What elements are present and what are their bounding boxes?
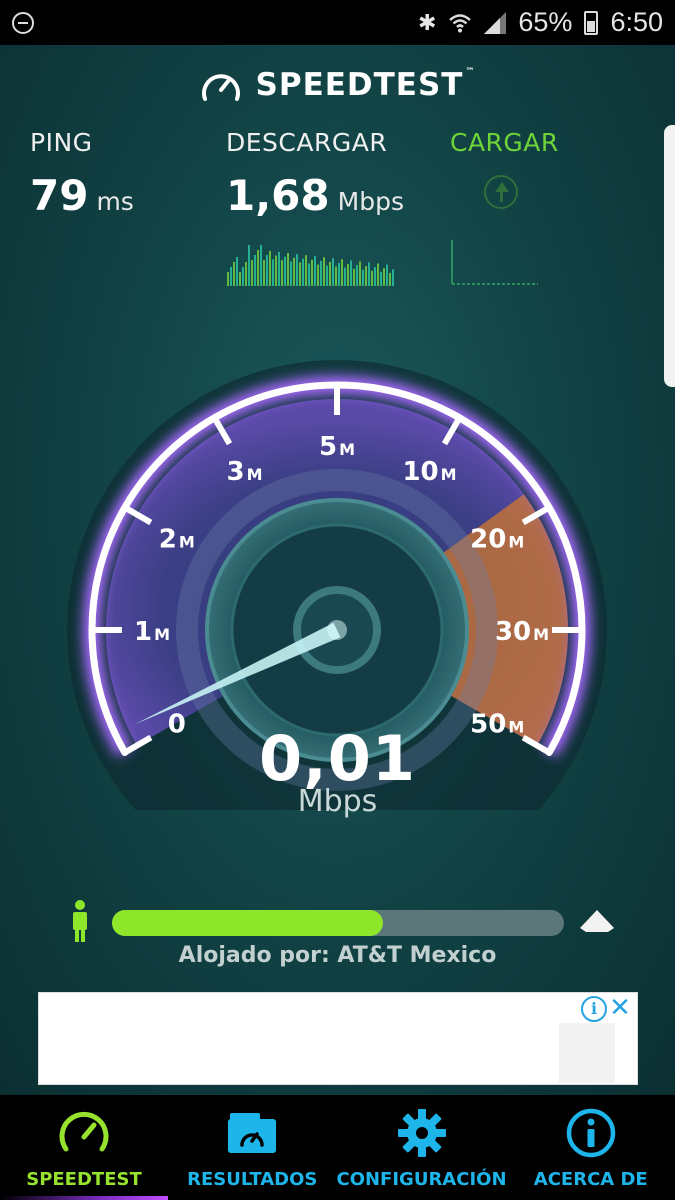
wifi-icon <box>449 13 472 32</box>
status-bar: ✱ 65% 6:50 <box>0 0 675 45</box>
current-speed-unit: Mbps <box>297 784 378 819</box>
signal-icon <box>484 11 507 34</box>
app-title: SPEEDTEST ™ <box>255 67 476 103</box>
download-label: DESCARGAR <box>226 128 388 157</box>
ad-info-icon[interactable]: i <box>581 996 607 1022</box>
ping-unit: ms <box>96 187 134 216</box>
ping-label: PING <box>30 128 93 157</box>
gear-icon <box>397 1109 446 1157</box>
upload-label: CARGAR <box>450 128 559 157</box>
side-panel-handle[interactable] <box>664 125 675 387</box>
bluetooth-icon: ✱ <box>417 9 437 35</box>
nav-item-speedtest[interactable]: SPEEDTEST <box>0 1095 168 1200</box>
nav-item-about[interactable]: ACERCA DE <box>507 1095 675 1200</box>
nav-item-settings[interactable]: CONFIGURACIÓN <box>336 1095 507 1200</box>
nav-label-about: ACERCA DE <box>533 1169 648 1190</box>
test-progress-fill <box>112 910 384 936</box>
battery-percent: 65% <box>518 7 573 37</box>
person-icon <box>73 900 87 942</box>
upload-graph <box>450 238 540 288</box>
download-stat: DESCARGAR 1,68 Mbps <box>226 128 404 220</box>
ad-close-icon[interactable]: ✕ <box>607 993 633 1023</box>
ping-stat: PING 79 ms <box>30 128 134 220</box>
do-not-disturb-icon <box>12 11 34 34</box>
ping-value: 79 <box>30 171 89 220</box>
ad-banner[interactable]: i ✕ <box>38 992 638 1085</box>
app-logo: SPEEDTEST ™ <box>0 66 675 104</box>
speedometer-logo-icon <box>201 74 240 101</box>
hosted-by-label: Alojado por: AT&T Mexico <box>178 943 497 968</box>
server-icon <box>580 910 614 932</box>
nav-label-results: RESULTADOS <box>187 1169 318 1190</box>
upload-stat: CARGAR <box>450 128 559 157</box>
nav-item-results[interactable]: RESULTADOS <box>168 1095 336 1200</box>
clock: 6:50 <box>610 7 663 37</box>
info-icon <box>566 1108 615 1158</box>
speedometer-icon <box>59 1111 109 1152</box>
download-value: 1,68 <box>226 171 330 220</box>
bottom-nav: SPEEDTEST RESULTADOS CONFIGURACIÓN ACERC… <box>0 1095 675 1200</box>
upload-arrow-icon <box>484 175 518 209</box>
download-graph <box>226 238 396 288</box>
test-progress-bar <box>112 910 564 936</box>
nav-label-speedtest: SPEEDTEST <box>26 1169 142 1190</box>
nav-label-settings: CONFIGURACIÓN <box>336 1169 507 1190</box>
battery-icon <box>584 10 599 35</box>
download-unit: Mbps <box>337 187 404 216</box>
ad-image <box>559 1023 615 1083</box>
results-folder-icon <box>228 1113 277 1153</box>
